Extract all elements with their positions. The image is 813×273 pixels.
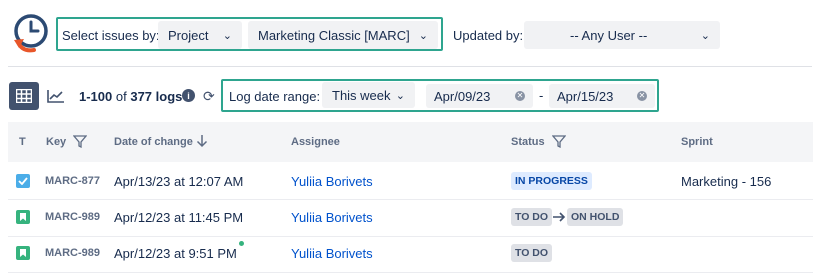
date-range-value: This week <box>332 87 391 103</box>
select-issues-label: Select issues by: <box>62 28 160 43</box>
status-badge: IN PROGRESS <box>511 172 592 190</box>
date-from-value: Apr/09/23 <box>434 88 491 104</box>
refresh-icon[interactable]: ⟳ <box>203 88 215 105</box>
column-header-date[interactable]: Date of change <box>114 136 193 148</box>
clear-icon[interactable]: ✕ <box>637 91 647 101</box>
header-divider <box>8 66 812 67</box>
chevron-down-icon: ⌄ <box>418 29 428 42</box>
date-from-input[interactable]: Apr/09/23 ✕ <box>426 84 533 108</box>
grid-icon <box>16 89 32 103</box>
date-separator: - <box>539 88 544 103</box>
total-logs: 377 logs <box>130 89 183 104</box>
arrow-down-icon[interactable] <box>196 134 208 148</box>
issue-key[interactable]: MARC-877 <box>45 175 100 187</box>
app-logo-icon <box>12 12 50 60</box>
range-text: 1-100 <box>79 89 113 104</box>
arrow-right-icon <box>553 212 566 222</box>
info-icon[interactable]: i <box>182 89 195 102</box>
select-by-value: Project <box>168 27 209 43</box>
column-header-key[interactable]: Key <box>46 136 66 148</box>
change-date: Apr/13/23 at 12:07 AM <box>114 174 244 189</box>
clear-icon[interactable]: ✕ <box>515 91 525 101</box>
status-badge: TO DO <box>511 244 553 262</box>
grid-view-button[interactable] <box>9 82 39 110</box>
status-from-badge: TO DO <box>511 208 553 226</box>
task-checkbox-icon <box>16 174 30 188</box>
chevron-down-icon: ⌄ <box>700 29 710 42</box>
status-to-badge: ON HOLD <box>567 208 624 226</box>
new-indicator-dot <box>239 241 244 246</box>
updated-by-value: -- Any User -- <box>570 27 648 43</box>
sprint-value: Marketing - 156 <box>681 174 772 189</box>
of-text: of <box>115 89 127 104</box>
date-range-dropdown[interactable]: This week ⌄ <box>322 82 415 108</box>
column-header-assignee[interactable]: Assignee <box>291 136 340 148</box>
project-dropdown[interactable]: Marketing Classic [MARC] ⌄ <box>248 21 438 49</box>
issue-key[interactable]: MARC-989 <box>45 211 100 223</box>
updated-by-dropdown[interactable]: -- Any User -- ⌄ <box>524 21 720 49</box>
filter-icon[interactable] <box>73 135 87 148</box>
pagination-summary: 1-100 of 377 logs <box>79 89 182 104</box>
change-date: Apr/12/23 at 11:45 PM <box>114 210 244 225</box>
column-header-status[interactable]: Status <box>511 136 545 148</box>
assignee-link[interactable]: Yuliia Borivets <box>291 246 373 261</box>
date-to-value: Apr/15/23 <box>557 88 614 104</box>
column-header-type[interactable]: T <box>19 136 26 148</box>
date-to-input[interactable]: Apr/15/23 ✕ <box>549 84 655 108</box>
line-chart-icon <box>47 90 64 103</box>
column-header-sprint[interactable]: Sprint <box>681 136 713 148</box>
assignee-link[interactable]: Yuliia Borivets <box>291 210 373 225</box>
story-bookmark-icon <box>16 210 30 224</box>
story-bookmark-icon <box>16 246 30 260</box>
chevron-down-icon: ⌄ <box>395 89 405 102</box>
filter-icon[interactable] <box>552 135 566 148</box>
chevron-down-icon: ⌄ <box>222 29 232 42</box>
date-range-label: Log date range: <box>229 89 321 104</box>
project-value: Marketing Classic [MARC] <box>258 27 410 43</box>
issue-key[interactable]: MARC-989 <box>45 247 100 259</box>
chart-view-button[interactable] <box>41 82 71 110</box>
assignee-link[interactable]: Yuliia Borivets <box>291 174 373 189</box>
select-by-dropdown[interactable]: Project ⌄ <box>158 21 242 49</box>
updated-by-label: Updated by: <box>453 28 524 43</box>
change-date: Apr/12/23 at 9:51 PM <box>114 246 237 261</box>
